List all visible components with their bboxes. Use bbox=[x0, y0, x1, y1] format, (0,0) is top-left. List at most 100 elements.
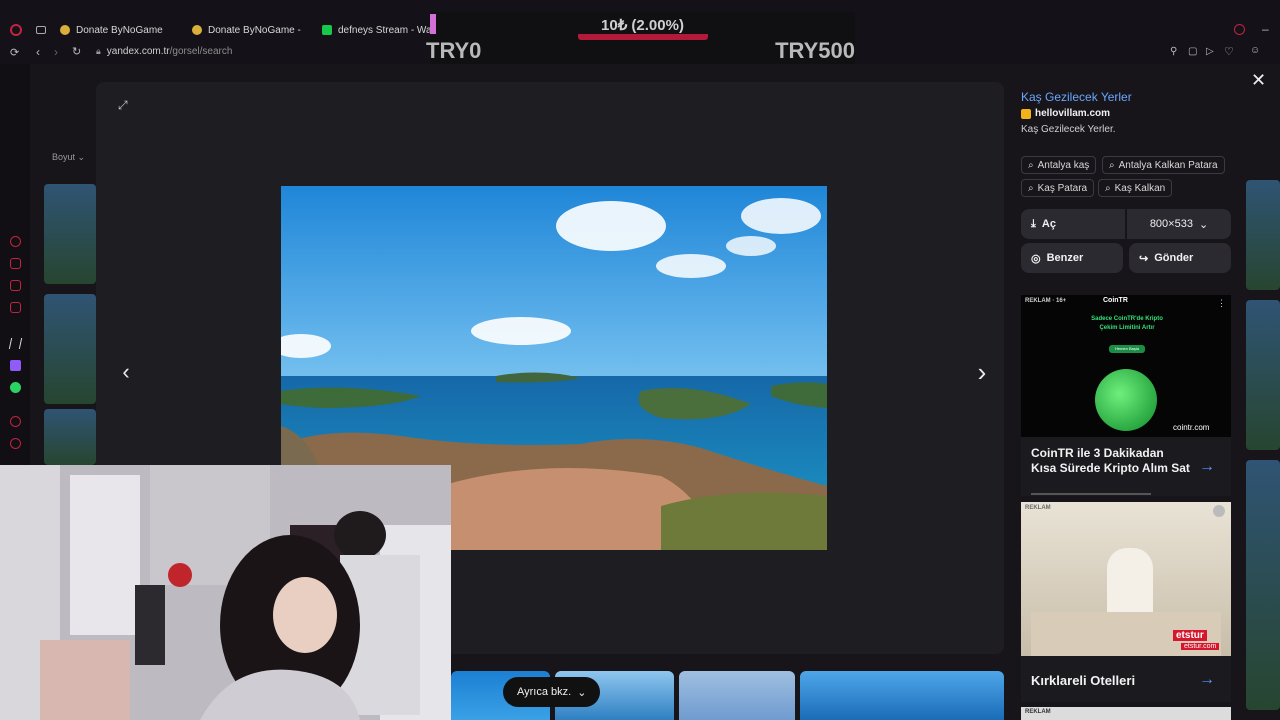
next-image-button[interactable]: › bbox=[968, 357, 996, 387]
chip-label: Kaş Kalkan bbox=[1114, 182, 1166, 194]
fullscreen-icon[interactable]: ⤢ bbox=[118, 98, 132, 112]
source-domain: hellovillam.com bbox=[1035, 108, 1111, 119]
bag-icon[interactable] bbox=[10, 258, 21, 269]
related-search-chip[interactable]: ⌕ Antalya Kalkan Patara bbox=[1102, 156, 1225, 174]
donation-highlight bbox=[578, 34, 708, 40]
related-thumbnail[interactable] bbox=[679, 671, 795, 720]
similar-label: Benzer bbox=[1046, 252, 1084, 264]
reload-icon[interactable]: ⟳ bbox=[10, 46, 19, 59]
background-thumbnail[interactable] bbox=[44, 409, 96, 465]
webcam-overlay bbox=[0, 465, 451, 720]
chip-label: Antalya Kalkan Patara bbox=[1118, 159, 1218, 171]
ad-headline: Sadece CoinTR'de Kripto Çekim Limitini A… bbox=[1091, 316, 1163, 331]
related-search-chip[interactable]: ⌕ Antalya kaş bbox=[1021, 156, 1097, 174]
messenger-icon[interactable] bbox=[10, 280, 21, 291]
arrow-right-icon: → bbox=[1199, 671, 1215, 688]
ad-banner: REKLAM · 16+ CoinTR ⋮ Sadece CoinTR'de K… bbox=[1021, 295, 1231, 437]
ad-label: REKLAM · 16+ bbox=[1025, 298, 1067, 304]
tab-donate-1[interactable]: Donate ByNoGame bbox=[60, 20, 180, 40]
search-icon: ⌕ bbox=[1109, 159, 1115, 171]
related-search-chip[interactable]: ⌕ Kaş Patara bbox=[1021, 179, 1095, 197]
related-search-chip[interactable]: ⌕ Kaş Kalkan bbox=[1098, 179, 1173, 197]
ad-card-etstur[interactable]: REKLAM etstur etstur.com Kırklareli Otel… bbox=[1021, 502, 1231, 702]
whatsapp-icon[interactable] bbox=[10, 382, 21, 393]
workspaces-icon[interactable] bbox=[36, 26, 46, 34]
url-field[interactable]: 🔒︎ yandex.com.tr/gorsel/search bbox=[96, 46, 232, 57]
ad-progress bbox=[1031, 493, 1151, 495]
ad-brand: CoinTR bbox=[1103, 297, 1128, 304]
tab-donate-2[interactable]: Donate ByNoGame - BN bbox=[192, 20, 304, 40]
snapshot-icon[interactable]: ▢ bbox=[1188, 46, 1197, 57]
image-source[interactable]: hellovillam.com bbox=[1021, 108, 1110, 119]
background-thumbnail[interactable] bbox=[1246, 300, 1280, 450]
clock-icon[interactable] bbox=[10, 438, 21, 449]
ad-site: etstur.com bbox=[1181, 643, 1220, 650]
player-icon[interactable] bbox=[10, 416, 21, 427]
tab-stream[interactable]: defneys Stream - Watc bbox=[322, 20, 430, 40]
close-icon[interactable]: ✕ bbox=[1251, 70, 1266, 91]
tab-label: defneys Stream - Watc bbox=[338, 24, 430, 36]
image-description: Kaş Gezilecek Yerler. bbox=[1021, 124, 1116, 135]
back-icon[interactable]: ‹ bbox=[36, 45, 40, 59]
arrow-right-icon: → bbox=[1199, 458, 1215, 475]
ad-label: REKLAM bbox=[1025, 709, 1051, 715]
donation-min: TRY0 bbox=[426, 38, 482, 63]
donation-amount: 10₺ (2.00%) bbox=[601, 17, 684, 34]
chip-label: Kaş Patara bbox=[1037, 182, 1088, 194]
search-icon: ⌕ bbox=[1028, 159, 1034, 171]
wallet-icon[interactable] bbox=[10, 302, 21, 313]
share-icon: ↪ bbox=[1139, 252, 1149, 265]
ad-cta: Hemen Başla bbox=[1109, 345, 1145, 353]
image-title-link[interactable]: Kaş Gezilecek Yerler bbox=[1021, 90, 1132, 104]
background-thumbnail[interactable] bbox=[44, 184, 96, 284]
opera-logo-icon[interactable] bbox=[10, 24, 22, 36]
bynogame-icon bbox=[192, 25, 202, 35]
background-thumbnail[interactable] bbox=[1246, 460, 1280, 710]
webcam-feed bbox=[0, 465, 451, 720]
aria-icon[interactable] bbox=[8, 338, 23, 349]
pin-icon[interactable]: ⚲ bbox=[1170, 46, 1177, 57]
prev-image-button[interactable]: ‹ bbox=[112, 358, 140, 386]
play-icon[interactable]: ▷ bbox=[1206, 46, 1214, 57]
more-options-icon[interactable] bbox=[1213, 505, 1225, 517]
search-tabs-icon[interactable] bbox=[1234, 24, 1245, 35]
lens-icon: ◎ bbox=[1031, 252, 1041, 265]
download-icon: ⤓ bbox=[1031, 217, 1036, 230]
size-label: 800×533 bbox=[1149, 218, 1193, 230]
ad-caption: CoinTR ile 3 Dakikadan Kısa Sürede Kript… bbox=[1031, 446, 1190, 475]
more-options-icon[interactable]: ⋮ bbox=[1217, 298, 1226, 309]
forward-icon[interactable]: › bbox=[54, 45, 58, 59]
similar-button[interactable]: ◎ Benzer bbox=[1021, 243, 1123, 273]
size-filter[interactable]: Boyut ⌄ bbox=[52, 152, 85, 163]
refresh-icon[interactable]: ↻ bbox=[72, 45, 81, 58]
background-thumbnail[interactable] bbox=[44, 294, 96, 404]
share-label: Gönder bbox=[1154, 252, 1194, 264]
search-icon: ⌕ bbox=[1028, 182, 1034, 194]
ad-card-cointr[interactable]: REKLAM · 16+ CoinTR ⋮ Sadece CoinTR'de K… bbox=[1021, 295, 1231, 496]
share-button[interactable]: ↪ Gönder bbox=[1129, 243, 1231, 273]
open-image-button[interactable]: ⤓ Aç bbox=[1021, 209, 1125, 239]
twitch-icon[interactable] bbox=[10, 360, 21, 371]
tab-label: Donate ByNoGame - BN bbox=[208, 24, 304, 36]
url-host: yandex.com.tr bbox=[106, 46, 170, 57]
chevron-down-icon: ⌄ bbox=[577, 686, 587, 699]
window-control-icon[interactable]: – bbox=[1262, 22, 1269, 36]
ad-card-partial[interactable]: REKLAM bbox=[1021, 707, 1231, 720]
heart-icon[interactable]: ♡ bbox=[1224, 45, 1234, 58]
ad-site: cointr.com bbox=[1173, 423, 1210, 432]
coin-graphic-icon bbox=[1095, 369, 1157, 431]
site-favicon-icon bbox=[1021, 108, 1031, 119]
history-icon[interactable] bbox=[10, 236, 21, 247]
lock-icon: 🔒︎ bbox=[96, 46, 101, 56]
bynogame-icon bbox=[60, 25, 70, 35]
profile-icon[interactable]: ☺ bbox=[1250, 45, 1260, 56]
background-thumbnail[interactable] bbox=[1246, 180, 1280, 290]
image-size-select[interactable]: 800×533 ⌄ bbox=[1127, 209, 1231, 239]
related-thumbnail[interactable] bbox=[800, 671, 1004, 720]
also-see-label: Ayrıca bkz. bbox=[517, 686, 572, 698]
also-see-button[interactable]: Ayrıca bkz. ⌄ bbox=[503, 677, 601, 707]
ad-caption: Kırklareli Otelleri bbox=[1031, 673, 1136, 688]
ad-banner: REKLAM etstur etstur.com bbox=[1021, 502, 1231, 656]
search-icon: ⌕ bbox=[1105, 182, 1111, 194]
kick-icon bbox=[322, 25, 332, 35]
